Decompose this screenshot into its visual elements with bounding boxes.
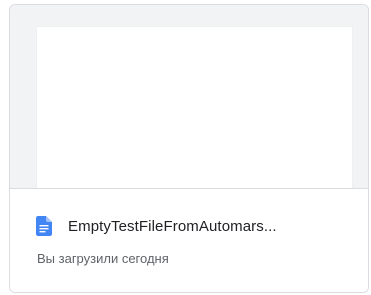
file-title-row[interactable]: EmptyTestFileFromAutomars...	[36, 215, 358, 237]
file-preview[interactable]	[10, 5, 368, 189]
upload-status: Вы загрузили сегодня	[37, 251, 169, 266]
file-name[interactable]: EmptyTestFileFromAutomars...	[68, 218, 277, 235]
google-docs-icon	[36, 216, 52, 236]
file-info: EmptyTestFileFromAutomars... Вы загрузил…	[10, 189, 368, 292]
file-card[interactable]: EmptyTestFileFromAutomars... Вы загрузил…	[9, 4, 369, 293]
document-thumbnail	[37, 27, 352, 188]
